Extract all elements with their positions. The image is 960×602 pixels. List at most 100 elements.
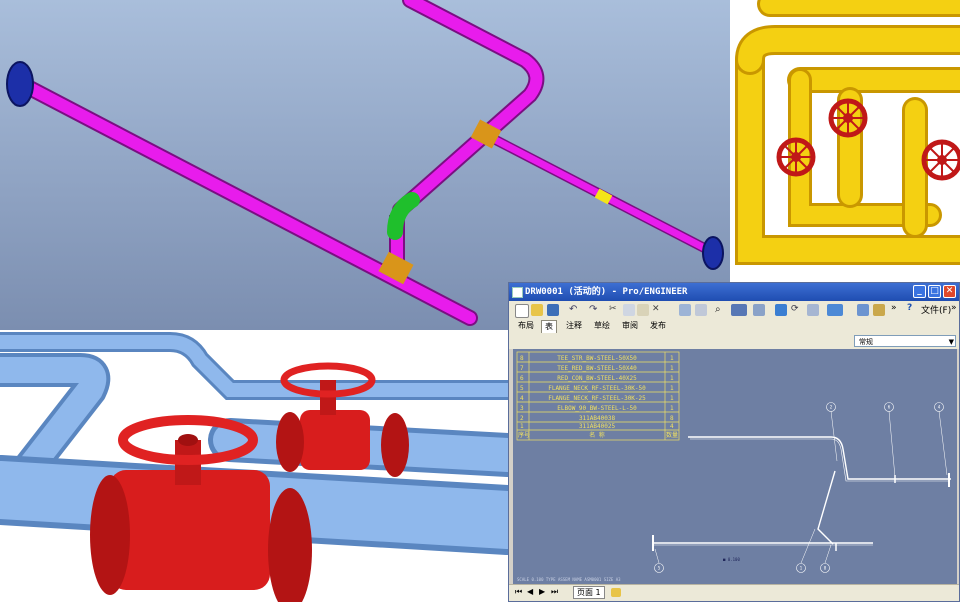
piping-schematic (652, 436, 951, 551)
ribbon-tabs: 布局 表 注释 草绘 审阅 发布 (509, 319, 959, 334)
window-icon[interactable] (695, 304, 707, 316)
bom-row-name: RED_CON_BW-STEEL-40X25 (557, 375, 637, 382)
bom-row-name: 311AB40025 (579, 423, 616, 430)
magenta-pipe-render (0, 0, 730, 330)
red-valve-wheel-icon (828, 98, 868, 138)
minimize-button[interactable]: _ (913, 285, 926, 298)
paste-icon[interactable] (637, 304, 649, 316)
tab-publish[interactable]: 发布 (647, 320, 669, 332)
bom-row-no: 1 (520, 423, 524, 430)
pencil-icon[interactable] (873, 304, 885, 316)
bom-row-qty: 4 (670, 423, 674, 430)
proe-drawing-window: DRW0001 (活动的) - Pro/ENGINEER _ □ ✕ ↶ ↷ ✂… (508, 282, 960, 602)
copy-icon[interactable] (623, 304, 635, 316)
main-toolbar: ↶ ↷ ✂ ✕ ⌕ ⟳ » ? 文件(F) » (509, 301, 959, 320)
selection-filter-value: 常规 (859, 338, 873, 346)
bom-row-name: 311AB40038 (579, 415, 616, 422)
balloon-label: 4 (938, 405, 941, 410)
yellow-pipe-render (730, 0, 960, 282)
toolbar-overflow-chevron[interactable]: » (891, 303, 897, 313)
filter-bar: 常规 ▼ (509, 333, 959, 349)
delete-icon[interactable]: ✕ (652, 304, 664, 316)
tab-table[interactable]: 表 (541, 320, 557, 333)
window-title: DRW0001 (活动的) - Pro/ENGINEER (525, 287, 688, 297)
save-icon[interactable] (547, 304, 559, 316)
new-file-icon[interactable] (515, 304, 529, 318)
balloon-label: 5 (658, 566, 661, 571)
bom-rows: 8 TEE_STR_BW-STEEL-50X50 1 7 TEE_RED_BW-… (518, 355, 678, 439)
window-titlebar[interactable]: DRW0001 (活动的) - Pro/ENGINEER _ □ ✕ (509, 283, 959, 301)
drawing-canvas[interactable]: 8 TEE_STR_BW-STEEL-50X50 1 7 TEE_RED_BW-… (513, 349, 957, 585)
close-button[interactable]: ✕ (943, 285, 956, 298)
cut-icon[interactable]: ✂ (609, 304, 621, 316)
balloon-label: 6 (888, 405, 891, 410)
add-page-icon[interactable] (611, 588, 621, 597)
bom-row-name: ELBOW_90_BW-STEEL-L-50 (557, 405, 637, 412)
bom-row-no: 3 (520, 405, 524, 412)
bom-row-no: 5 (520, 385, 524, 392)
display-style-icon[interactable] (827, 304, 843, 316)
bom-row-qty: 8 (670, 415, 674, 422)
bom-header-name: 名 称 (589, 431, 605, 439)
repaint-icon[interactable] (775, 304, 787, 316)
first-page-button[interactable]: ⏮ (515, 587, 522, 597)
redo-icon[interactable]: ↷ (589, 304, 601, 316)
refit-icon[interactable] (753, 304, 765, 316)
regenerate-icon[interactable] (679, 304, 691, 316)
bom-header-no: 序号 (518, 431, 530, 439)
help-icon[interactable]: ? (907, 303, 912, 313)
selection-filter-icon[interactable] (731, 304, 747, 316)
bom-row-name: TEE_RED_BW-STEEL-50X40 (557, 365, 637, 372)
blue-pipe-image (0, 330, 508, 602)
zoom-out-icon[interactable] (807, 304, 819, 316)
file-menu[interactable]: 文件(F) (921, 303, 951, 316)
bom-row-qty: 1 (670, 405, 674, 412)
next-page-button[interactable]: ▶ (539, 587, 545, 596)
drawing-sheet: 8 TEE_STR_BW-STEEL-50X50 1 7 TEE_RED_BW-… (516, 351, 951, 582)
balloons: 2 6 4 5 1 8 (654, 402, 944, 573)
yellow-pipe-image (730, 0, 960, 282)
zoom-icon[interactable]: ⟳ (791, 304, 803, 316)
bom-header-qty: 数量 (666, 431, 678, 439)
bom-row-qty: 1 (670, 395, 674, 402)
search-icon[interactable]: ⌕ (715, 304, 727, 316)
menu-overflow-chevron[interactable]: » (951, 303, 957, 313)
app-icon (512, 287, 523, 298)
tab-review[interactable]: 审阅 (619, 320, 641, 332)
maximize-button[interactable]: □ (928, 285, 941, 298)
bom-row-no: 8 (520, 355, 524, 362)
chevron-down-icon: ▼ (948, 338, 954, 346)
status-bar: ⏮ ◀ ▶ ⏭ 页面 1 (509, 584, 959, 601)
red-valve-wheel-icon (776, 137, 816, 177)
bom-row-name: FLANGE_NECK_RF-STEEL-30K-50 (548, 385, 646, 392)
tab-layout[interactable]: 布局 (515, 320, 537, 332)
balloon-label: 2 (830, 405, 833, 410)
last-page-button[interactable]: ⏭ (551, 587, 558, 597)
page-tab[interactable]: 页面 1 (573, 586, 605, 599)
sketch-icon[interactable] (857, 304, 869, 316)
balloon-label: 8 (824, 566, 827, 571)
bom-row-qty: 1 (670, 375, 674, 382)
bom-row-no: 7 (520, 365, 524, 372)
bom-row-name: FLANGE_NECK_RF-STEEL-30K-25 (548, 395, 646, 402)
prev-page-button[interactable]: ◀ (527, 587, 533, 596)
bom-row-no: 2 (520, 415, 524, 422)
tab-sketch[interactable]: 草绘 (591, 320, 613, 332)
red-valve-wheel-icon (921, 139, 960, 181)
balloon-leaders (654, 410, 948, 564)
bom-row-no: 4 (520, 395, 524, 402)
open-folder-icon[interactable] (531, 304, 543, 316)
blue-pipe-valve-render (0, 330, 508, 602)
balloon-label: 1 (800, 566, 803, 571)
drawing-footer-note: SCALE 0.100 TYPE ASSEM NAME ASM0001 SIZE… (517, 577, 621, 582)
view-scale-label: ■ 0.100 (723, 557, 740, 562)
bom-row-no: 6 (520, 375, 524, 382)
tab-annotate[interactable]: 注释 (563, 320, 585, 332)
magenta-pipe-image (0, 0, 730, 330)
bom-row-qty: 1 (670, 355, 674, 362)
selection-filter-select[interactable]: 常规 ▼ (854, 335, 956, 347)
bom-row-qty: 1 (670, 365, 674, 372)
undo-icon[interactable]: ↶ (569, 304, 581, 316)
bom-row-qty: 1 (670, 385, 674, 392)
bom-row-name: TEE_STR_BW-STEEL-50X50 (557, 355, 637, 362)
